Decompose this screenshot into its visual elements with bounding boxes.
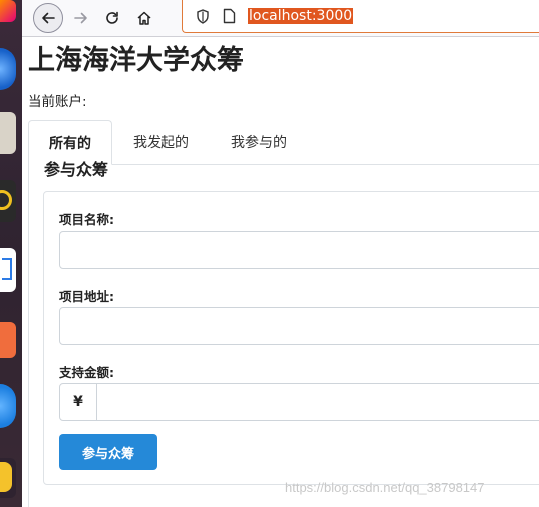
project-name-input[interactable] <box>59 231 539 269</box>
reload-button[interactable] <box>97 3 127 33</box>
home-button[interactable] <box>129 3 159 33</box>
url-bar[interactable]: localhost:3000 <box>182 0 539 33</box>
home-icon <box>137 11 151 25</box>
current-account-label: 当前账户: <box>28 94 87 110</box>
shield-icon[interactable] <box>196 9 210 24</box>
project-address-input[interactable] <box>59 307 539 345</box>
participate-form: 项目名称: 项目地址: 支持金额: ¥ 参与众筹 <box>43 191 539 485</box>
dock-app-icon[interactable] <box>0 458 16 498</box>
dock-app-icon[interactable] <box>0 248 16 292</box>
dock-app-icon[interactable] <box>0 322 16 358</box>
page-title: 上海海洋大学众筹 <box>28 45 244 76</box>
tab-participated[interactable]: 我参与的 <box>211 120 307 164</box>
watermark: https://blog.csdn.net/qq_38798147 <box>285 480 485 495</box>
amount-input-group: ¥ <box>59 383 539 421</box>
forward-arrow-icon <box>74 12 87 24</box>
support-amount-input[interactable] <box>96 383 539 421</box>
back-arrow-icon <box>42 12 55 24</box>
participate-button[interactable]: 参与众筹 <box>59 434 157 470</box>
browser-toolbar: localhost:3000 <box>22 0 539 37</box>
page-content: 上海海洋大学众筹 当前账户: 所有的 我发起的 我参与的 参与众筹 项目名称: … <box>28 36 539 507</box>
page-icon <box>223 8 236 24</box>
dock-app-icon[interactable] <box>0 48 16 90</box>
reload-icon <box>106 11 118 24</box>
tab-panel-border <box>28 164 29 507</box>
dock-app-icon[interactable] <box>0 180 16 222</box>
url-text[interactable]: localhost:3000 <box>248 8 354 24</box>
app-dock <box>0 0 22 507</box>
dock-app-icon[interactable] <box>0 112 16 154</box>
project-name-label: 项目名称: <box>59 212 114 227</box>
support-amount-label: 支持金额: <box>59 365 114 380</box>
section-title: 参与众筹 <box>44 156 109 180</box>
back-button[interactable] <box>33 3 63 33</box>
currency-symbol: ¥ <box>59 383 97 421</box>
project-address-label: 项目地址: <box>59 289 114 304</box>
tab-initiated[interactable]: 我发起的 <box>113 120 209 164</box>
forward-button[interactable] <box>66 3 96 33</box>
dock-app-icon[interactable] <box>0 384 16 428</box>
dock-app-icon[interactable] <box>0 0 16 22</box>
